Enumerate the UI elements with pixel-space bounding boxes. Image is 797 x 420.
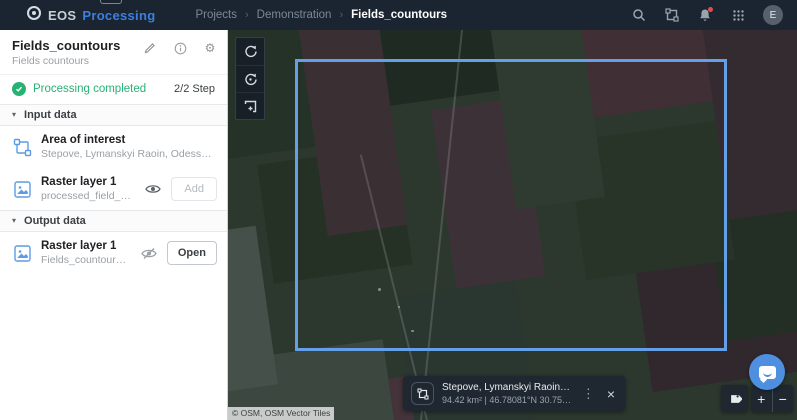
chevron-down-icon: ▾ (12, 110, 17, 119)
aoi-card-icon[interactable] (411, 382, 434, 405)
notification-badge-dot (708, 7, 713, 12)
aoi-card-title: Stepove, Lymanskyi Raoin, Odessa Obla... (442, 382, 572, 393)
input-raster-layer-item[interactable]: Raster layer 1 processed_field_cont.TIF … (0, 168, 227, 210)
chat-bubble-icon (758, 365, 776, 379)
output-raster-filename: Fields_countours__2018-05-17T15:01... (41, 254, 131, 266)
tag-icon (730, 394, 742, 403)
raster-layer-icon (12, 243, 32, 263)
aoi-icon (12, 137, 32, 157)
draw-aoi-icon[interactable] (236, 92, 264, 119)
logo-text-eos: EOS (48, 7, 77, 23)
panel-header-actions: ⚙ (143, 41, 217, 55)
close-icon[interactable]: × (605, 386, 617, 402)
aoi-frame-icon[interactable] (664, 7, 680, 23)
success-check-icon (12, 82, 26, 96)
visibility-eye-off-icon[interactable] (140, 244, 158, 262)
beta-badge: Beta (100, 0, 123, 4)
info-icon[interactable] (173, 41, 187, 55)
area-of-interest-item[interactable]: Area of interest Stepove, Lymanskyi Raoi… (0, 126, 227, 168)
step-counter: 2/2 Step (174, 83, 215, 95)
breadcrumb-demonstration[interactable]: Demonstration (257, 9, 332, 21)
output-raster-title: Raster layer 1 (41, 240, 117, 252)
satellite-map-view[interactable]: © OSM, OSM Vector Tiles Stepove, Lymansk… (228, 30, 797, 420)
processing-sidebar-panel: Fields_countours Fields countours ⚙ Proc… (0, 30, 228, 420)
input-raster-title: Raster layer 1 (41, 176, 117, 188)
output-raster-layer-item[interactable]: Raster layer 1 Fields_countours__2018-05… (0, 232, 227, 274)
topbar-actions: E (631, 5, 783, 25)
processing-status-label: Processing completed (33, 83, 147, 95)
top-navigation-bar: EOS Processing Beta Projects › Demonstra… (0, 0, 797, 30)
aoi-card-details: 94.42 km² | 46.78081°N 30.75554°E (442, 395, 572, 405)
output-data-section-title: Output data (24, 215, 86, 227)
output-data-section-header[interactable]: ▾ Output data (0, 210, 227, 232)
rotate-clockwise-icon[interactable] (236, 38, 264, 65)
breadcrumb-separator: › (339, 9, 344, 21)
breadcrumb: Projects › Demonstration › Fields_counto… (195, 9, 447, 21)
input-raster-filename: processed_field_cont.TIF (41, 190, 135, 202)
rotate-counterclockwise-icon[interactable] (236, 65, 264, 92)
breadcrumb-projects[interactable]: Projects (195, 9, 237, 21)
breadcrumb-fields-countours: Fields_countours (351, 9, 447, 21)
map-attribution[interactable]: © OSM, OSM Vector Tiles (228, 407, 335, 420)
user-avatar[interactable]: E (763, 5, 783, 25)
map-toolbar (235, 37, 265, 120)
open-raster-button[interactable]: Open (166, 241, 217, 265)
aoi-boundary-rectangle[interactable] (295, 59, 727, 351)
input-data-section-title: Input data (24, 109, 77, 121)
raster-layer-icon (12, 179, 32, 199)
eos-processing-logo[interactable]: EOS Processing Beta (26, 0, 156, 26)
search-icon[interactable] (631, 7, 647, 23)
gear-icon[interactable]: ⚙ (203, 41, 217, 55)
map-labels-toggle-button[interactable] (721, 385, 748, 412)
logo-text-processing: Processing (82, 7, 156, 23)
processing-status-row: Processing completed 2/2 Step (0, 74, 227, 104)
notifications-bell-icon[interactable] (697, 7, 713, 23)
support-chat-button[interactable] (749, 354, 785, 390)
add-raster-button[interactable]: Add (171, 177, 217, 201)
aoi-item-title: Area of interest (41, 134, 126, 146)
chevron-down-icon: ▾ (12, 216, 17, 225)
eos-logo-icon (26, 5, 42, 26)
apps-grid-icon[interactable] (730, 7, 746, 23)
breadcrumb-separator: › (245, 9, 249, 21)
zoom-out-button[interactable]: − (773, 385, 794, 412)
input-data-section-header[interactable]: ▾ Input data (0, 104, 227, 126)
project-subtitle: Fields countours (12, 55, 90, 67)
aoi-info-card: Stepove, Lymanskyi Raoin, Odessa Obla...… (403, 376, 625, 411)
aoi-item-subtitle: Stepove, Lymanskyi Raoin, Odessa Oblast,… (41, 148, 217, 160)
panel-header: Fields_countours Fields countours ⚙ (0, 30, 227, 74)
visibility-eye-icon[interactable] (144, 180, 162, 198)
kebab-menu-icon[interactable]: ⋮ (580, 386, 597, 402)
edit-pencil-icon[interactable] (143, 41, 157, 55)
